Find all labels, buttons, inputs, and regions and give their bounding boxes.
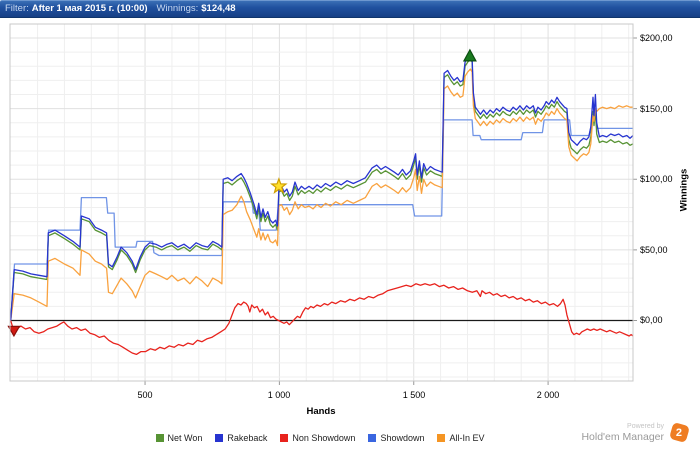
powered-by-text: Powered by <box>627 423 664 430</box>
hm2-graph-window: { "titlebar": { "filter_label": "Filter:… <box>0 0 700 450</box>
legend-item-showdown[interactable]: Showdown <box>368 433 424 443</box>
legend-label: Rakeback <box>227 433 268 443</box>
x-tick-2000: 2 000 <box>536 390 560 400</box>
legend-label: Non Showdown <box>292 433 356 443</box>
rakeback-swatch-icon <box>215 434 224 442</box>
legend-label: All-In EV <box>449 433 485 443</box>
y-tick-200: $200,00 <box>640 33 673 43</box>
x-tick-1500: 1 500 <box>402 390 426 400</box>
badge-number: 2 <box>676 426 683 439</box>
app-name-text: Hold'em Manager <box>581 431 664 443</box>
x-tick-1000: 1 000 <box>267 390 291 400</box>
y-tick-100: $100,00 <box>640 174 673 184</box>
legend-item-net-won[interactable]: Net Won <box>155 433 203 443</box>
non-showdown-swatch-icon <box>280 434 289 442</box>
showdown-swatch-icon <box>368 434 377 442</box>
chart-legend: Net Won Rakeback Non Showdown Showdown A… <box>0 433 640 443</box>
hm2-branding: Powered by Hold'em Manager 2 <box>581 422 691 444</box>
plot-background <box>10 24 633 381</box>
legend-item-non-showdown[interactable]: Non Showdown <box>280 433 355 443</box>
legend-label: Net Won <box>167 433 203 443</box>
legend-label: Showdown <box>380 433 425 443</box>
legend-item-all-in-ev[interactable]: All-In EV <box>437 433 484 443</box>
y-tick-50: $50,00 <box>640 245 668 255</box>
branding-text: Powered by Hold'em Manager <box>581 423 664 443</box>
hm2-badge-icon: 2 <box>668 422 691 444</box>
x-axis-title: Hands <box>306 406 336 417</box>
x-tick-500: 500 <box>137 390 153 400</box>
chart-plot-area <box>7 23 637 385</box>
net-won-swatch-icon <box>155 434 164 442</box>
all-in-ev-swatch-icon <box>437 434 446 442</box>
legend-item-rakeback[interactable]: Rakeback <box>215 433 267 443</box>
y-tick-0: $0,00 <box>640 315 663 325</box>
y-tick-150: $150,00 <box>640 104 673 114</box>
y-axis-title: Winnings <box>678 168 690 212</box>
